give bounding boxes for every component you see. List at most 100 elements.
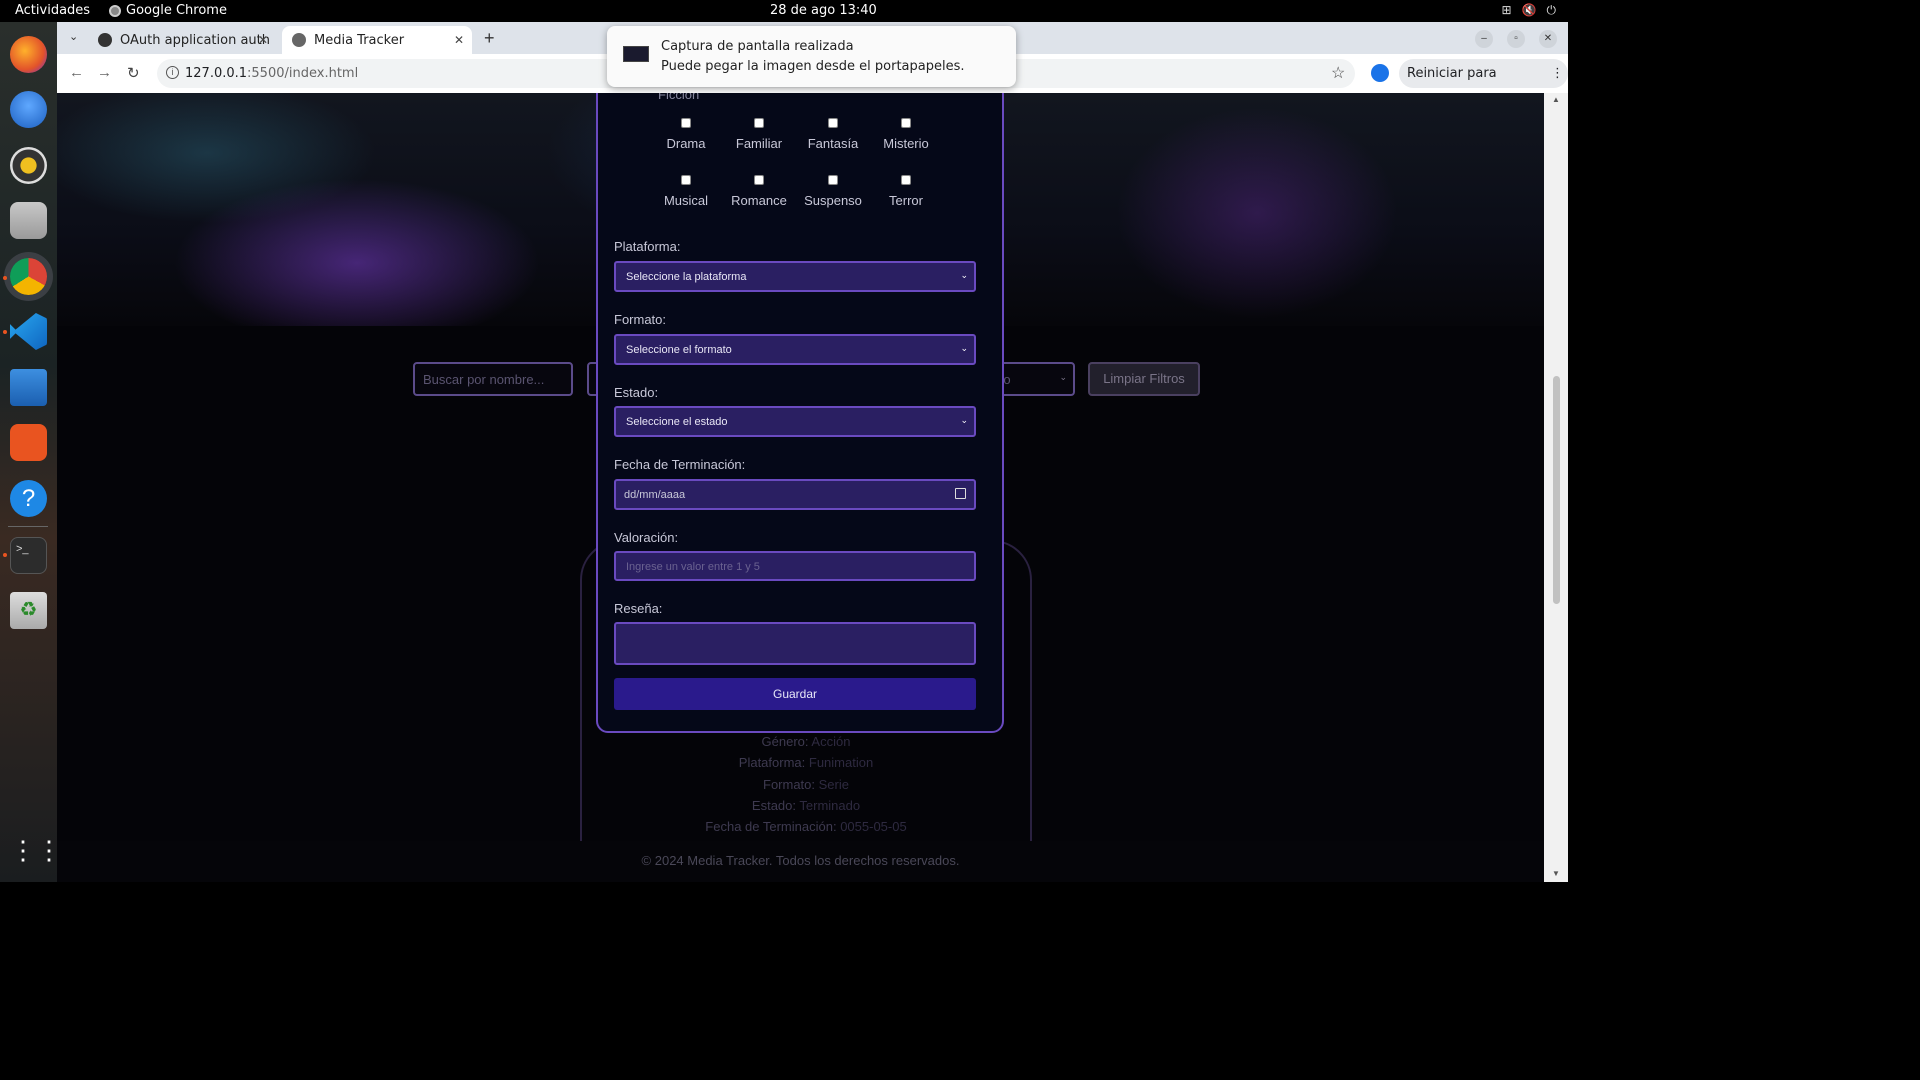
rhythmbox-icon[interactable] xyxy=(10,147,47,184)
date-input-value: dd/mm/aaaa xyxy=(624,489,686,501)
app-menu[interactable]: Google Chrome xyxy=(109,3,227,18)
site-info-icon[interactable]: i xyxy=(166,66,179,79)
genre-checkbox-misterio[interactable]: Misterio xyxy=(869,118,943,151)
power-icon: ⏻ xyxy=(1546,3,1557,17)
trash-icon[interactable]: ♻ xyxy=(10,592,47,629)
format-select[interactable]: Seleccione el formato ⌄ xyxy=(614,334,976,365)
thunderbird-icon[interactable] xyxy=(10,91,47,128)
page-scrollbar[interactable]: ▲ ▼ xyxy=(1544,93,1568,882)
checkbox[interactable] xyxy=(901,175,911,185)
genre-checkbox-suspenso[interactable]: Suspenso xyxy=(796,175,870,208)
terminal-icon[interactable]: >_ xyxy=(10,537,47,574)
system-tray[interactable]: ⊞ 🔇 ⏻ xyxy=(1501,3,1556,18)
checkbox[interactable] xyxy=(681,175,691,185)
rating-placeholder: Ingrese un valor entre 1 y 5 xyxy=(626,561,760,573)
bookmark-star-icon[interactable]: ☆ xyxy=(1331,63,1345,83)
status-label: Estado: xyxy=(614,385,659,400)
checkbox[interactable] xyxy=(828,118,838,128)
clock[interactable]: 28 de ago 13:40 xyxy=(770,3,877,18)
close-tab-icon[interactable]: ✕ xyxy=(258,33,268,47)
search-input[interactable]: Buscar por nombre... xyxy=(413,362,573,396)
writer-icon[interactable] xyxy=(10,369,47,406)
notification-body: Puede pegar la imagen desde el portapape… xyxy=(661,59,965,74)
card-status-row: Estado: Terminado xyxy=(580,795,1032,816)
minimize-icon[interactable]: – xyxy=(1475,30,1493,48)
tab-label: OAuth application auth xyxy=(120,32,270,48)
genre-label: Familiar xyxy=(735,136,783,151)
checkbox[interactable] xyxy=(754,118,764,128)
add-media-modal: Ficción Drama Familiar Fantasía Misterio… xyxy=(596,93,1004,733)
screenshot-notification[interactable]: Captura de pantalla realizada Puede pega… xyxy=(607,26,1016,87)
show-apps-icon[interactable]: ⋮⋮⋮ xyxy=(10,832,88,869)
firefox-icon[interactable] xyxy=(10,36,47,73)
checkbox[interactable] xyxy=(754,175,764,185)
status-select-value: Seleccione el estado xyxy=(626,416,728,428)
new-tab-icon[interactable]: + xyxy=(484,28,495,49)
platform-select[interactable]: Seleccione la plataforma ⌄ xyxy=(614,261,976,292)
format-label: Formato: xyxy=(614,312,667,327)
genre-option-partial: Ficción xyxy=(658,93,700,102)
close-tab-icon[interactable]: ✕ xyxy=(454,33,464,47)
clear-filters-button[interactable]: Limpiar Filtros xyxy=(1088,362,1200,396)
review-textarea[interactable] xyxy=(614,622,976,665)
tab-oauth[interactable]: OAuth application auth ✕ xyxy=(88,26,276,54)
files-icon[interactable] xyxy=(10,202,47,239)
chevron-down-icon: ⌄ xyxy=(960,343,968,353)
rating-input[interactable]: Ingrese un valor entre 1 y 5 xyxy=(614,551,976,581)
relaunch-update-button[interactable]: Reiniciar para actualizar ⋮ xyxy=(1399,59,1568,110)
card-genre-value: Acción xyxy=(811,734,851,749)
system-top-bar: Actividades Google Chrome 28 de ago 13:4… xyxy=(0,0,1568,22)
menu-kebab-icon[interactable]: ⋮ xyxy=(1551,59,1564,88)
reload-icon[interactable]: ↻ xyxy=(127,64,140,82)
vscode-icon[interactable] xyxy=(10,313,47,350)
platform-label: Plataforma: xyxy=(614,239,681,254)
genre-label: Suspenso xyxy=(804,193,862,208)
genre-checkbox-terror[interactable]: Terror xyxy=(869,175,943,208)
scrollbar-thumb[interactable] xyxy=(1553,376,1560,604)
scroll-up-icon[interactable]: ▲ xyxy=(1552,95,1560,104)
card-genre-row: Género: Acción xyxy=(580,731,1032,752)
notification-title: Captura de pantalla realizada xyxy=(661,39,854,54)
calendar-icon[interactable] xyxy=(955,488,966,499)
checkbox[interactable] xyxy=(681,118,691,128)
close-window-icon[interactable]: ✕ xyxy=(1539,30,1557,48)
genre-checkbox-drama[interactable]: Drama xyxy=(649,118,723,151)
media-card-details: Género: Acción Plataforma: Funimation Fo… xyxy=(580,731,1032,837)
running-indicator xyxy=(3,276,7,280)
url-text: 127.0.0.1:5500/index.html xyxy=(185,66,358,81)
chevron-down-icon: ⌄ xyxy=(960,415,968,425)
app-center-icon[interactable] xyxy=(10,424,47,461)
card-format-label: Formato: xyxy=(763,776,816,792)
save-button[interactable]: Guardar xyxy=(614,678,976,710)
genre-checkbox-fantasia[interactable]: Fantasía xyxy=(796,118,870,151)
format-select-value: Seleccione el formato xyxy=(626,344,732,356)
help-icon[interactable]: ? xyxy=(10,480,47,517)
genre-checkbox-romance[interactable]: Romance xyxy=(722,175,796,208)
completion-date-input[interactable]: dd/mm/aaaa xyxy=(614,479,976,510)
genre-checkbox-musical[interactable]: Musical xyxy=(649,175,723,208)
genre-label: Romance xyxy=(731,193,787,208)
chrome-dock-icon[interactable] xyxy=(10,258,47,295)
back-icon[interactable]: ← xyxy=(69,64,84,81)
tab-label: Media Tracker xyxy=(314,32,405,48)
running-indicator xyxy=(3,330,7,334)
tab-media-tracker[interactable]: Media Tracker ✕ xyxy=(282,26,472,54)
genre-checkbox-familiar[interactable]: Familiar xyxy=(722,118,796,151)
url-path: :5500/index.html xyxy=(247,66,359,81)
chevron-down-icon: ⌄ xyxy=(960,270,968,280)
tab-search-icon[interactable]: ⌄ xyxy=(69,30,78,43)
card-genre-label: Género: xyxy=(761,734,809,749)
search-placeholder: Buscar por nombre... xyxy=(423,372,545,387)
forward-icon[interactable]: → xyxy=(97,64,112,81)
card-date-row: Fecha de Terminación: 0055-05-05 xyxy=(580,816,1032,837)
card-date-value: 0055-05-05 xyxy=(840,819,907,835)
status-select[interactable]: Seleccione el estado ⌄ xyxy=(614,406,976,437)
scroll-down-icon[interactable]: ▼ xyxy=(1552,869,1560,878)
network-icon: ⊞ xyxy=(1501,3,1512,17)
checkbox[interactable] xyxy=(901,118,911,128)
checkbox[interactable] xyxy=(828,175,838,185)
activities-button[interactable]: Actividades xyxy=(15,3,90,18)
platform-select-value: Seleccione la plataforma xyxy=(626,271,747,283)
profile-avatar-icon[interactable] xyxy=(1371,64,1389,82)
maximize-icon[interactable]: ▫ xyxy=(1507,30,1525,48)
